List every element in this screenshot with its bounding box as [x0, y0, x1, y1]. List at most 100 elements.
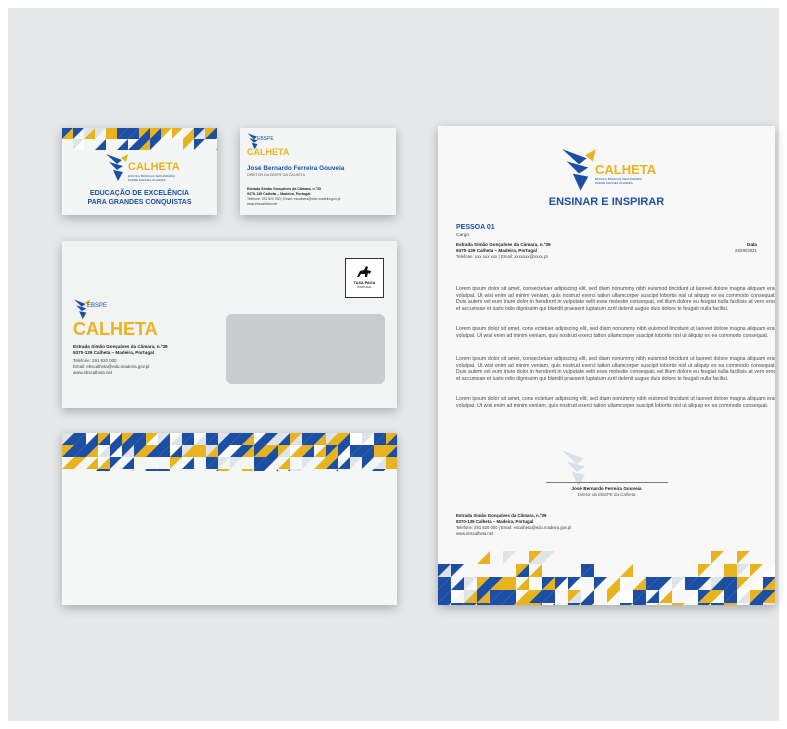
pattern-triangle [374, 457, 386, 469]
pattern-triangle [230, 457, 242, 469]
stamp-text-2: PORTUGAL [357, 286, 372, 289]
pattern-triangle [477, 551, 490, 564]
logo-icon [74, 299, 90, 320]
envelope-email: Email: ebscalheta@edu.madeira.gov.pt [73, 364, 150, 369]
pattern-triangle [288, 469, 290, 471]
pattern-triangle [74, 457, 86, 469]
pattern-triangle [183, 128, 194, 139]
logo-icon [562, 149, 596, 191]
pattern-triangle [216, 128, 217, 139]
letterhead: CALHETA ESCOLA BÁSICA E SECUNDÁRIA PADRE… [438, 126, 775, 605]
letter-address-1: Estrada Simão Gonçalves da Câmara, n.º39 [456, 242, 551, 247]
envelope-address-1: Estrada Simão Gonçalves da Câmara, n.º39 [73, 344, 168, 349]
brand-name: CALHETA [247, 147, 290, 157]
brand-sub-2: PADRE MANUEL ÁLVARES [128, 178, 166, 182]
triangle-pattern-top [62, 128, 217, 150]
pattern-triangle [350, 457, 362, 469]
pattern-triangle [117, 139, 128, 150]
pattern-triangle [529, 603, 542, 605]
pattern-triangle [84, 469, 86, 471]
pattern-triangle [144, 469, 146, 471]
pattern-triangle [451, 603, 464, 605]
body-paragraph-1: Lorem ipsum dolor sit amet, consectetuer… [456, 286, 775, 312]
pattern-triangle [516, 603, 529, 605]
person-role: DIRETOR DA EBSPE DA CALHETA [247, 173, 305, 177]
pattern-triangle [122, 457, 134, 469]
pattern-triangle [490, 603, 503, 605]
tagline-line-1: EDUCAÇÃO DE EXCELÊNCIA [89, 190, 190, 197]
pattern-triangle [620, 564, 633, 577]
card-address-1: Estrada Simão Gonçalves da Câmara, n.º39 [247, 187, 322, 191]
pattern-triangle [266, 457, 278, 469]
pattern-triangle [95, 139, 106, 150]
signer-role: Diretor da EBSPE da Calheta [577, 492, 636, 497]
pattern-triangle [670, 603, 672, 605]
pattern-triangle [312, 469, 314, 471]
pattern-triangle [737, 577, 750, 590]
pattern-triangle [659, 577, 672, 590]
envelope-window [226, 314, 385, 384]
pattern-triangle [290, 469, 302, 471]
pattern-triangle [314, 445, 326, 457]
pattern-triangle [336, 469, 338, 471]
envelope-phone: Telefone: 291 820 000 [73, 358, 117, 363]
body-paragraph-2: Lorem ipsum dolor sit amet, cons ectetue… [456, 326, 775, 339]
recipient-role: Cargo [456, 233, 470, 238]
pattern-triangle [438, 603, 451, 605]
pattern-triangle [86, 457, 98, 469]
pattern-triangle [516, 590, 529, 603]
card-address-2: 9370-139 Calheta – Madeira, Portugal [247, 192, 311, 196]
slogan: ENSINAR E INSPIRAR [548, 196, 665, 208]
pattern-triangle [633, 577, 646, 590]
brand-small: EBSPE [257, 136, 274, 142]
pattern-triangle [529, 577, 542, 590]
envelope-web: www.ebscalheta.net [73, 370, 113, 375]
body-paragraph-4: Lorem ipsum dolor sit amet, cons ectetue… [456, 396, 775, 409]
pattern-triangle [338, 457, 350, 469]
pattern-triangle [158, 469, 170, 471]
pattern-triangle [542, 551, 555, 564]
pattern-triangle [503, 603, 516, 605]
triangle-pattern-bottom [438, 551, 775, 605]
pattern-triangle [464, 577, 477, 590]
recipient-name: PESSOA 01 [456, 224, 495, 231]
pattern-triangle [266, 469, 278, 471]
brand-small: EBSPE [87, 303, 108, 309]
pattern-triangle [566, 603, 568, 605]
pattern-triangle [711, 603, 724, 605]
pattern-triangle [218, 457, 230, 469]
pattern-triangle [516, 577, 529, 590]
business-card-front: CALHETA ESCOLA BÁSICA E SECUNDÁRIA PADRE… [62, 128, 217, 215]
card-contacts: Telefone: 291 820 000 | Email: escalheta… [247, 197, 341, 201]
pattern-triangle [146, 469, 158, 471]
signer-name: José Bernardo Ferreira Gouveia [571, 486, 642, 491]
envelope-address-2: 9370-139 Calheta – Madeira, Portugal [73, 350, 154, 355]
pattern-triangle [278, 457, 290, 469]
pattern-triangle [194, 139, 205, 150]
pattern-triangle [218, 469, 230, 471]
pattern-triangle [711, 590, 724, 603]
footer-web: www.ebscalheta.net [456, 531, 494, 536]
pattern-triangle [750, 577, 763, 590]
person-name: José Bernardo Ferreira Gouveia [247, 165, 345, 172]
brand-name: CALHETA [595, 162, 657, 177]
pattern-triangle [242, 469, 254, 471]
pattern-triangle [477, 603, 490, 605]
pattern-triangle [110, 457, 122, 469]
pattern-triangle [763, 603, 775, 605]
letter-address-2: 9370-139 Calheta – Madeira, Portugal [456, 248, 537, 253]
body-paragraph-3: Lorem ipsum dolor sit amet, consectetuer… [456, 356, 775, 382]
date-value: 25/09/2021 [735, 248, 757, 253]
pattern-triangle [763, 565, 775, 577]
pattern-triangle [62, 457, 74, 469]
pattern-triangle [620, 603, 633, 605]
pattern-triangle [170, 457, 182, 469]
pattern-triangle [607, 590, 620, 603]
pattern-triangle [96, 469, 98, 471]
pattern-triangle [646, 590, 659, 603]
pattern-triangle [362, 457, 374, 469]
window-envelope: EBSPE CALHETA Estrada Simão Gonçalves da… [62, 241, 397, 408]
pattern-triangle [685, 590, 698, 603]
pattern-triangle [374, 469, 386, 471]
business-card-back: EBSPE CALHETA José Bernardo Ferreira Gou… [240, 128, 396, 215]
